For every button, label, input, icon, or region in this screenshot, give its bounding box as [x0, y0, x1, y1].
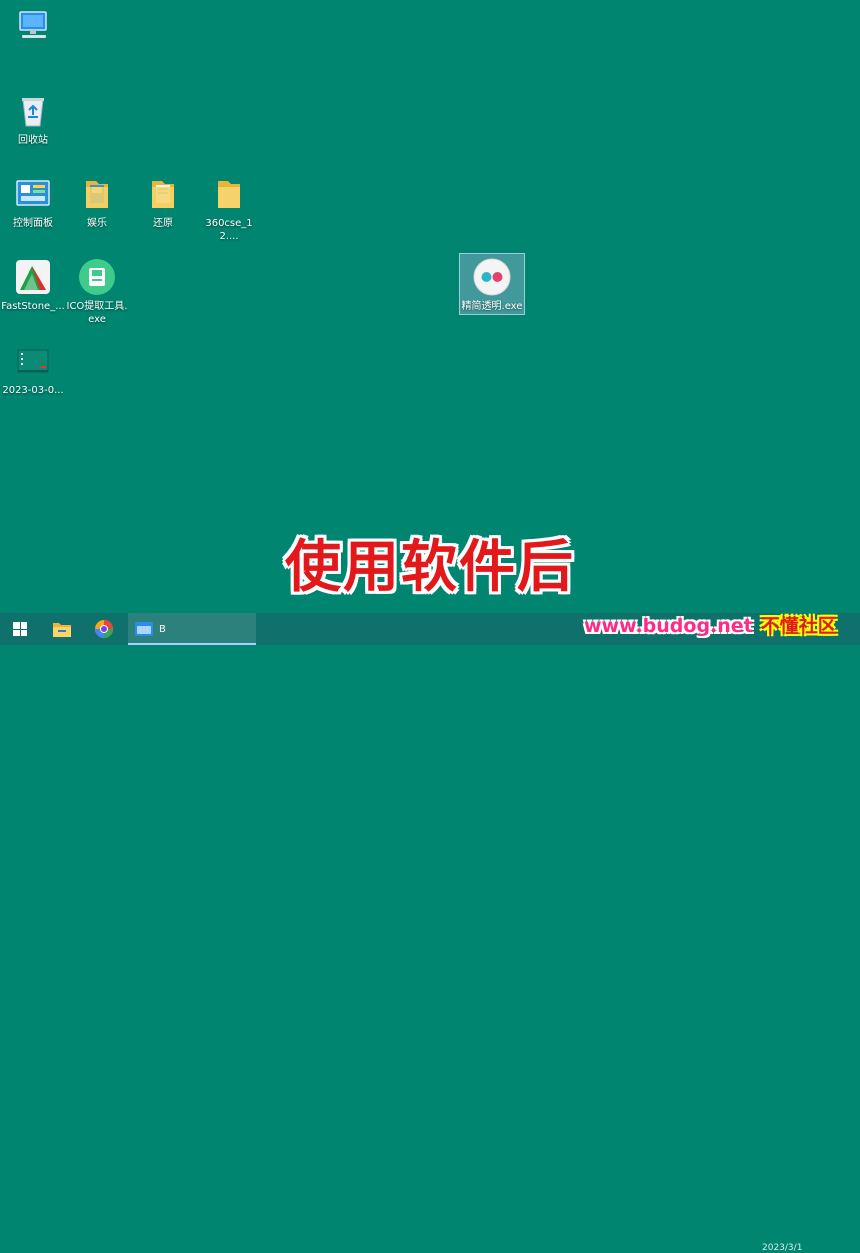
desktop-icon-computer[interactable]: [1, 8, 65, 50]
desktop-icon-recycle-bin[interactable]: 回收站: [1, 92, 65, 147]
icon-label: 2023-03-0...: [2, 385, 64, 396]
screenshot-file-icon: [14, 342, 52, 380]
taskbar-active-window[interactable]: B: [128, 613, 256, 645]
icon-label: 控制面板: [13, 218, 53, 229]
folder-icon: [144, 175, 182, 213]
taskbar-window-label: B: [159, 623, 166, 635]
icon-label: FastStone_...: [1, 301, 65, 312]
browser-icon: [95, 620, 113, 638]
windows-logo-icon: [13, 622, 27, 636]
ico-tool-icon: [78, 258, 116, 296]
desktop-icon-folder-huanyuan[interactable]: 还原: [131, 175, 195, 230]
folder-icon: [78, 175, 116, 213]
icon-label: ICO提取工具.exe: [66, 301, 128, 325]
desktop-icon-folder-yule[interactable]: 娱乐: [65, 175, 129, 230]
computer-icon: [14, 8, 52, 46]
desktop-icon-control-panel[interactable]: 控制面板: [1, 175, 65, 230]
icon-label: 娱乐: [87, 218, 107, 229]
app-exe-icon: [473, 258, 511, 296]
video-caption: 使用软件后: [285, 535, 575, 600]
system-clock[interactable]: 2023/3/1: [762, 1243, 802, 1253]
desktop-icon-selected-exe[interactable]: 精简透明.exe: [459, 253, 525, 315]
taskbar-browser[interactable]: [84, 613, 124, 645]
watermark: www.budog.net 不懂社区: [584, 611, 837, 639]
icon-label: 还原: [153, 218, 173, 229]
start-button[interactable]: [0, 613, 40, 645]
faststone-icon: [14, 258, 52, 296]
recycle-bin-icon: [14, 92, 52, 130]
desktop-icon-faststone[interactable]: FastStone_...: [1, 258, 65, 313]
watermark-brand: 不懂社区: [760, 615, 837, 637]
icon-label: 360cse_12....: [205, 218, 253, 242]
folder-icon: [210, 175, 248, 213]
control-panel-icon: [14, 175, 52, 213]
taskbar-file-explorer[interactable]: [42, 613, 82, 645]
icon-label: 精简透明.exe: [461, 301, 523, 312]
file-explorer-icon: [53, 623, 71, 637]
folder-window-icon: [135, 622, 153, 636]
desktop-icon-folder-360cse[interactable]: 360cse_12....: [197, 175, 261, 243]
icon-label: 回收站: [18, 135, 48, 146]
desktop-icon-screenshot-file[interactable]: 2023-03-0...: [1, 342, 65, 397]
desktop-icon-ico-tool[interactable]: ICO提取工具.exe: [65, 258, 129, 326]
watermark-url: www.budog.net: [584, 615, 753, 637]
